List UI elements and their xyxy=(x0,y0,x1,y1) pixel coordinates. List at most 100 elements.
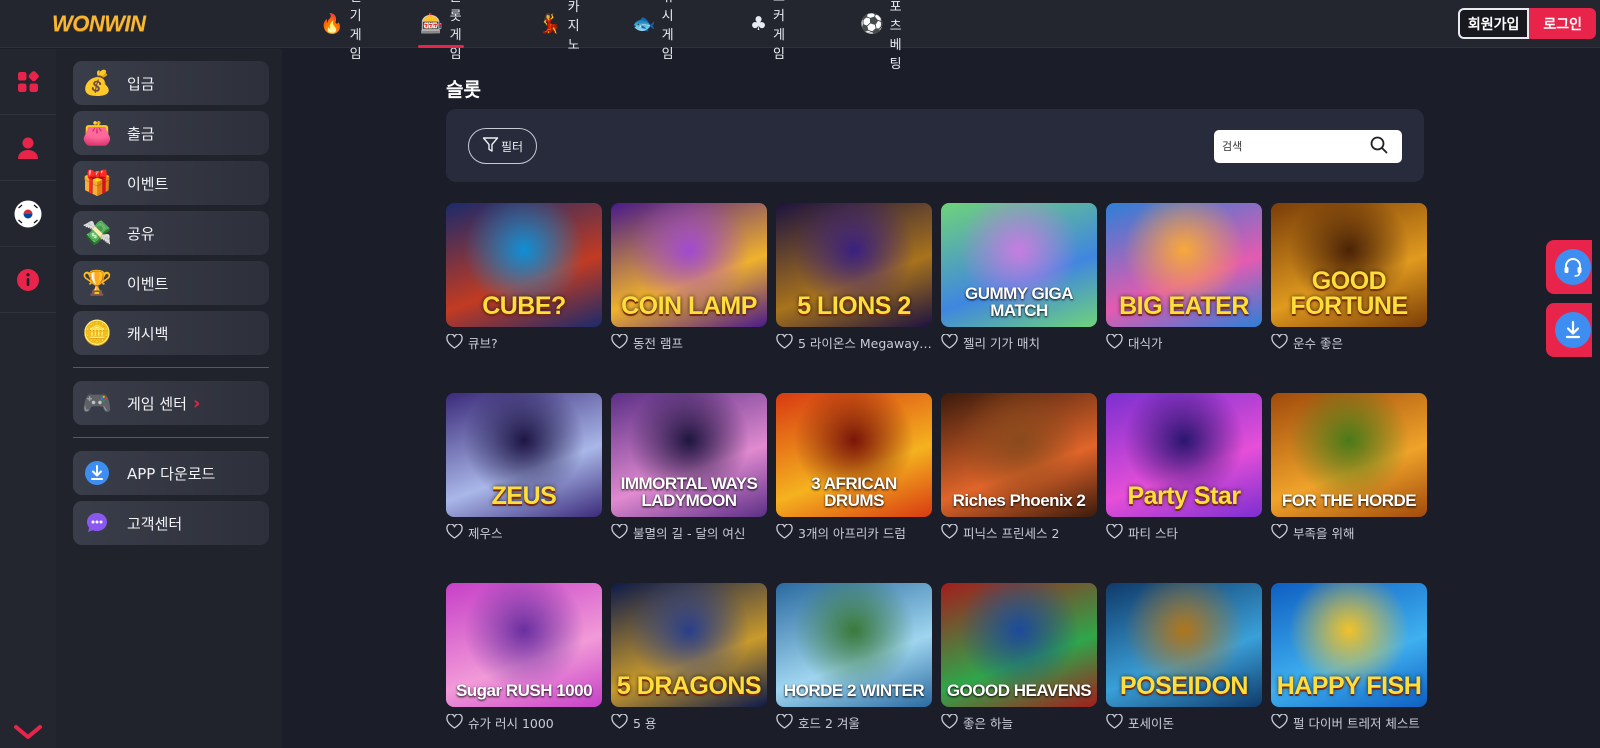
menu-item-game-center[interactable]: 🎮 게임 센터 › xyxy=(73,381,269,425)
nav-item-4[interactable]: ♣포커게임 xyxy=(748,0,787,62)
game-card[interactable]: Sugar RUSH 1000 슈가 러시 1000 xyxy=(446,583,602,732)
menu-item-2[interactable]: 🎁 이벤트 xyxy=(73,161,269,205)
game-thumbnail[interactable]: COIN LAMP xyxy=(611,203,767,327)
game-name: 3개의 아프리카 드럼 xyxy=(798,526,906,541)
heart-favorite-icon[interactable] xyxy=(941,713,958,732)
game-thumbnail[interactable]: HORDE 2 WINTER xyxy=(776,583,932,707)
casino-dealer-icon: 💃 xyxy=(538,12,562,35)
game-card[interactable]: HORDE 2 WINTER 호드 2 겨울 xyxy=(776,583,932,732)
menu-item-1[interactable]: 👛 출금 xyxy=(73,111,269,155)
menu-item-0[interactable]: 💰 입금 xyxy=(73,61,269,105)
game-card[interactable]: BIG EATER 대식가 xyxy=(1106,203,1262,352)
heart-favorite-icon[interactable] xyxy=(1271,333,1288,352)
heart-favorite-icon[interactable] xyxy=(1271,523,1288,542)
game-card[interactable]: GOOOD HEAVENS 좋은 하늘 xyxy=(941,583,1097,732)
heart-favorite-icon[interactable] xyxy=(446,523,463,542)
signup-button[interactable]: 회원가입 xyxy=(1457,8,1530,39)
game-thumbnail[interactable]: CUBE? xyxy=(446,203,602,327)
deposit-icon: 💰 xyxy=(82,69,112,97)
heart-favorite-icon[interactable] xyxy=(776,523,793,542)
nav-item-2[interactable]: 💃 카지노 xyxy=(536,0,582,53)
game-thumbnail[interactable]: Party Star xyxy=(1106,393,1262,517)
menu-item-4[interactable]: 🏆 이벤트 xyxy=(73,261,269,305)
game-art-title: FOR THE HORDE xyxy=(1281,491,1417,510)
menu-item-3[interactable]: 💸 공유 xyxy=(73,211,269,255)
heart-favorite-icon[interactable] xyxy=(941,333,958,352)
menu-item-label: 게임 센터 xyxy=(127,394,187,413)
user-profile-icon[interactable] xyxy=(0,115,56,181)
filter-button[interactable]: 필터 xyxy=(468,128,538,164)
game-thumbnail[interactable]: GOOOD HEAVENS xyxy=(941,583,1097,707)
search-input[interactable] xyxy=(1222,140,1370,153)
game-art-title: IMMORTAL WAYS LADYMOON xyxy=(620,474,758,510)
game-thumbnail[interactable]: 5 LIONS 2 xyxy=(776,203,932,327)
info-icon[interactable] xyxy=(0,247,56,313)
game-art-title: CUBE? xyxy=(482,292,566,320)
heart-favorite-icon[interactable] xyxy=(1106,523,1123,542)
chevron-right-icon: › xyxy=(192,392,201,414)
game-card[interactable]: GUMMY GIGA MATCH 젤리 기가 매치 xyxy=(941,203,1097,352)
chevron-down-icon[interactable] xyxy=(0,724,56,740)
nav-item-5[interactable]: ⚽스포츠 베팅 xyxy=(858,0,904,72)
game-card[interactable]: 5 LIONS 2 5 라이온스 Megaways 2 xyxy=(776,203,932,352)
login-button[interactable]: 로그인 xyxy=(1529,8,1596,39)
game-card[interactable]: COIN LAMP 동전 램프 xyxy=(611,203,767,352)
game-card[interactable]: GOOD FORTUNE 운수 좋은 xyxy=(1271,203,1427,352)
heart-favorite-icon[interactable] xyxy=(446,713,463,732)
heart-favorite-icon[interactable] xyxy=(611,713,628,732)
menu-item-app-download[interactable]: APP 다운로드 xyxy=(73,451,269,495)
game-thumbnail[interactable]: 5 DRAGONS xyxy=(611,583,767,707)
share-coins-icon: 💸 xyxy=(82,219,112,247)
game-card[interactable]: HAPPY FISH 펄 다이버 트레저 체스트 xyxy=(1271,583,1427,732)
game-card[interactable]: POSEIDON 포세이돈 xyxy=(1106,583,1262,732)
game-thumbnail[interactable]: GOOD FORTUNE xyxy=(1271,203,1427,327)
game-art-title: ZEUS xyxy=(491,482,557,510)
game-thumbnail[interactable]: ZEUS xyxy=(446,393,602,517)
game-thumbnail[interactable]: IMMORTAL WAYS LADYMOON xyxy=(611,393,767,517)
game-thumbnail[interactable]: Sugar RUSH 1000 xyxy=(446,583,602,707)
game-card[interactable]: CUBE? 큐브? xyxy=(446,203,602,352)
game-card[interactable]: Riches Phoenix 2 피닉스 프린세스 2 xyxy=(941,393,1097,542)
game-thumbnail[interactable]: GUMMY GIGA MATCH xyxy=(941,203,1097,327)
page-scrollbar[interactable] xyxy=(1592,49,1600,748)
game-name: 5 라이온스 Megaways 2 xyxy=(798,336,932,351)
game-name: 부족을 위해 xyxy=(1293,526,1355,541)
game-thumbnail[interactable]: BIG EATER xyxy=(1106,203,1262,327)
game-card[interactable]: FOR THE HORDE 부족을 위해 xyxy=(1271,393,1427,542)
game-thumbnail[interactable]: HAPPY FISH xyxy=(1271,583,1427,707)
game-card[interactable]: IMMORTAL WAYS LADYMOON 불멸의 길 - 달의 여신 xyxy=(611,393,767,542)
dashboard-grid-icon[interactable] xyxy=(0,49,56,115)
heart-favorite-icon[interactable] xyxy=(1106,713,1123,732)
game-thumbnail[interactable]: FOR THE HORDE xyxy=(1271,393,1427,517)
game-card[interactable]: 5 DRAGONS 5 용 xyxy=(611,583,767,732)
menu-item-customer-center[interactable]: 고객센터 xyxy=(73,501,269,545)
heart-favorite-icon[interactable] xyxy=(611,523,628,542)
heart-favorite-icon[interactable] xyxy=(611,333,628,352)
game-thumbnail[interactable]: Riches Phoenix 2 xyxy=(941,393,1097,517)
game-art-title: COIN LAMP xyxy=(621,292,757,320)
game-caption: 파티 스타 xyxy=(1106,523,1262,542)
game-card[interactable]: Party Star 파티 스타 xyxy=(1106,393,1262,542)
game-name: 호드 2 겨울 xyxy=(798,716,860,731)
brand-logo[interactable]: WONWIN xyxy=(52,11,146,37)
menu-item-5[interactable]: 🪙 캐시백 xyxy=(73,311,269,355)
game-thumbnail[interactable]: 3 AFRICAN DRUMS xyxy=(776,393,932,517)
nav-item-0[interactable]: 🔥인기 게임 xyxy=(318,0,364,62)
heart-favorite-icon[interactable] xyxy=(941,523,958,542)
game-card[interactable]: ZEUS 제우스 xyxy=(446,393,602,542)
heart-favorite-icon[interactable] xyxy=(776,333,793,352)
nav-item-3[interactable]: 🐟낚시 게임 xyxy=(630,0,676,62)
heart-favorite-icon[interactable] xyxy=(446,333,463,352)
search-icon[interactable] xyxy=(1370,136,1388,158)
nav-item-1[interactable]: 🎰슬롯 게임 xyxy=(418,0,464,62)
game-thumbnail[interactable]: POSEIDON xyxy=(1106,583,1262,707)
game-card[interactable]: 3 AFRICAN DRUMS 3개의 아프리카 드럼 xyxy=(776,393,932,542)
game-caption: 호드 2 겨울 xyxy=(776,713,932,732)
korea-flag-icon[interactable] xyxy=(0,181,56,247)
game-name: 슈가 러시 1000 xyxy=(468,716,554,731)
menu-item-label: 이벤트 xyxy=(127,174,169,193)
heart-favorite-icon[interactable] xyxy=(776,713,793,732)
heart-favorite-icon[interactable] xyxy=(1106,333,1123,352)
heart-favorite-icon[interactable] xyxy=(1271,713,1288,732)
game-name: 큐브? xyxy=(468,336,498,351)
